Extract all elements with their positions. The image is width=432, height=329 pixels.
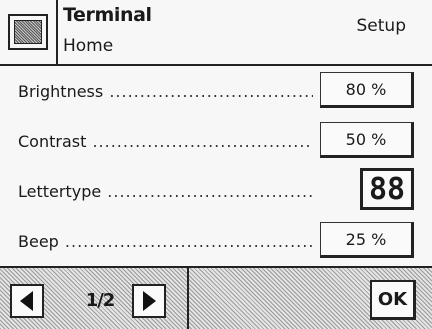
footer-bar: 1/2 OK [0, 266, 432, 329]
footer-divider [187, 268, 189, 329]
page-title: Terminal [63, 4, 152, 26]
contrast-label-text: Contrast [18, 132, 87, 151]
brightness-label: Brightness [18, 82, 313, 101]
page-indicator: 1/2 [85, 290, 116, 311]
lettertype-label: Lettertype [18, 182, 313, 201]
header-bar: Terminal Home Setup [0, 0, 432, 66]
header-divider [56, 0, 58, 64]
terminal-device-icon [8, 14, 48, 50]
brightness-value-button[interactable]: 80 % [320, 72, 414, 108]
terminal-setup-screen: Terminal Home Setup Brightness 80 % Cont… [0, 0, 432, 329]
beep-value-button[interactable]: 25 % [320, 222, 414, 258]
triangle-left-icon [20, 291, 33, 311]
setting-row-lettertype: Lettertype 88 [0, 166, 432, 216]
lettertype-value-button[interactable]: 88 [360, 168, 414, 210]
page-subtitle: Home [63, 36, 114, 56]
contrast-value-button[interactable]: 50 % [320, 122, 414, 158]
beep-label: Beep [18, 232, 313, 251]
settings-list: Brightness 80 % Contrast 50 % Lettertype… [0, 66, 432, 266]
contrast-label: Contrast [18, 132, 313, 151]
terminal-display-pattern [14, 20, 42, 44]
lettertype-label-text: Lettertype [18, 182, 102, 201]
brightness-label-text: Brightness [18, 82, 104, 101]
triangle-right-icon [143, 291, 156, 311]
next-page-button[interactable] [132, 284, 166, 318]
setting-row-contrast: Contrast 50 % [0, 116, 432, 166]
prev-page-button[interactable] [10, 284, 44, 318]
setting-row-beep: Beep 25 % [0, 216, 432, 266]
mode-label: Setup [356, 16, 406, 36]
beep-label-text: Beep [18, 232, 59, 251]
setting-row-brightness: Brightness 80 % [0, 66, 432, 116]
ok-button[interactable]: OK [370, 280, 416, 320]
